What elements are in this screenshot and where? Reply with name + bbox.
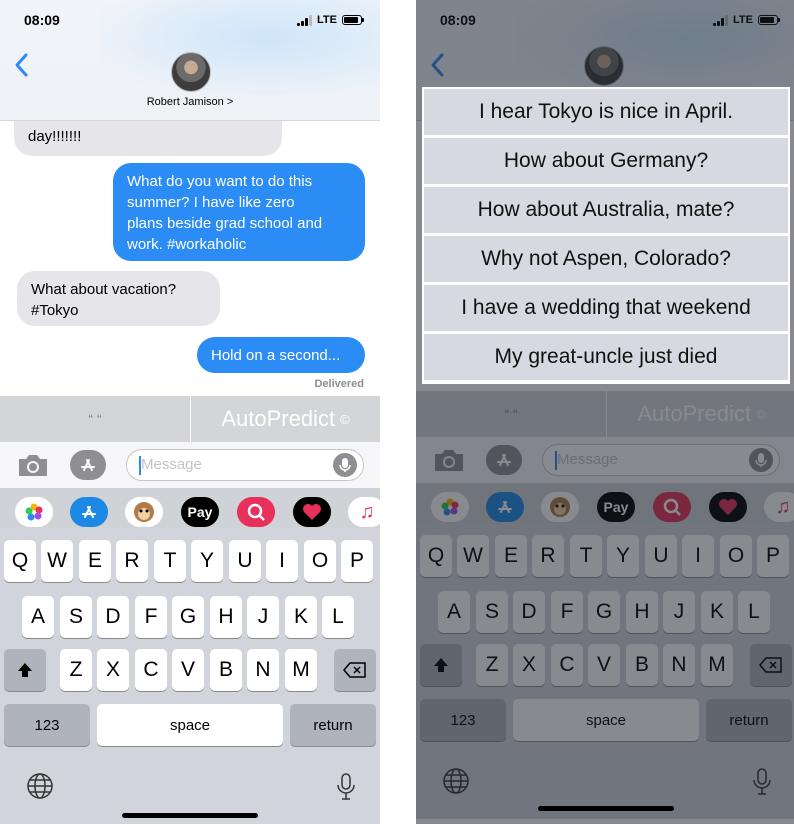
key[interactable]: Y xyxy=(191,540,223,582)
search-images-icon[interactable] xyxy=(237,497,275,527)
key[interactable]: S xyxy=(60,596,92,638)
message-line: #Tokyo xyxy=(31,302,79,319)
home-indicator[interactable] xyxy=(538,806,674,811)
message-line: What do you want to do this xyxy=(127,173,313,190)
key[interactable]: L xyxy=(322,596,354,638)
key[interactable]: O xyxy=(304,540,336,582)
autopredict-button[interactable]: AutoPredict© xyxy=(191,396,380,442)
app-store-icon[interactable] xyxy=(70,450,106,480)
key[interactable]: K xyxy=(285,596,317,638)
suggestion-option[interactable]: How about Australia, mate? xyxy=(424,187,788,233)
home-indicator[interactable] xyxy=(122,813,258,818)
key[interactable]: A xyxy=(22,596,54,638)
network-label: LTE xyxy=(317,14,337,26)
app-store-icon[interactable] xyxy=(70,497,108,527)
message-text: Hold on a second... xyxy=(211,347,341,364)
message-incoming[interactable]: What about vacation? #Tokyo xyxy=(17,271,220,326)
apple-pay-icon[interactable]: Pay xyxy=(181,497,219,527)
back-chevron-icon[interactable] xyxy=(12,50,32,80)
message-placeholder: Message xyxy=(141,456,202,473)
message-line: work. #workaholic xyxy=(127,236,247,253)
quote-suggestion[interactable]: “ “ xyxy=(0,396,191,442)
message-input[interactable]: Message xyxy=(126,449,364,481)
key[interactable]: B xyxy=(210,649,242,691)
key[interactable]: N xyxy=(247,649,279,691)
copyright-mark: © xyxy=(340,411,350,427)
key[interactable]: H xyxy=(210,596,242,638)
message-outgoing[interactable]: Hold on a second... xyxy=(197,337,365,373)
autopredict-label: AutoPredict xyxy=(221,406,336,431)
suggestion-option[interactable]: Why not Aspen, Colorado? xyxy=(424,236,788,282)
dictation-mic-icon[interactable] xyxy=(336,772,356,802)
suggestion-option[interactable]: I have a wedding that weekend xyxy=(424,285,788,331)
key[interactable]: X xyxy=(97,649,129,691)
message-outgoing[interactable]: What do you want to do this summer? I ha… xyxy=(113,163,365,261)
space-key[interactable]: space xyxy=(97,704,283,746)
suggestion-panel: I hear Tokyo is nice in April. How about… xyxy=(422,87,790,384)
globe-icon[interactable] xyxy=(26,772,54,800)
key[interactable]: I xyxy=(266,540,298,582)
dictation-icon[interactable] xyxy=(333,453,357,477)
key[interactable]: U xyxy=(229,540,261,582)
key[interactable]: F xyxy=(135,596,167,638)
app-store-glyph-icon xyxy=(81,459,95,471)
predict-bar: “ “ AutoPredict© xyxy=(0,396,380,442)
battery-icon xyxy=(342,15,364,25)
status-time: 08:09 xyxy=(24,12,60,28)
suggestion-option[interactable]: I hear Tokyo is nice in April. xyxy=(424,89,788,135)
backspace-key[interactable] xyxy=(334,649,376,691)
suggestion-option[interactable]: My great-uncle just died xyxy=(424,334,788,380)
message-text: day!!!!!!! xyxy=(28,128,82,145)
key[interactable]: R xyxy=(116,540,148,582)
key[interactable]: J xyxy=(247,596,279,638)
keyboard: Q W E R T Y U I O P A S D F G H J K L Z … xyxy=(0,528,380,824)
music-icon[interactable]: ♫ xyxy=(348,497,380,527)
backspace-icon xyxy=(343,662,366,678)
phone-screen-left: 08:09 LTE Robert Jamison > day!!!!!!! Wh… xyxy=(0,0,380,824)
photos-icon[interactable] xyxy=(15,497,53,527)
key[interactable]: T xyxy=(154,540,186,582)
shift-icon xyxy=(18,663,32,677)
return-key[interactable]: return xyxy=(290,704,376,746)
signal-icon xyxy=(297,14,313,26)
key[interactable]: D xyxy=(97,596,129,638)
message-line: summer? I have like zero xyxy=(127,194,295,211)
phone-screen-right: 08:09 LTE “ “ AutoPredict© Message xyxy=(416,0,794,824)
shift-key[interactable] xyxy=(4,649,46,691)
key[interactable]: V xyxy=(172,649,204,691)
camera-icon[interactable] xyxy=(16,452,50,478)
key[interactable]: Z xyxy=(60,649,92,691)
message-line: What about vacation? xyxy=(31,281,177,298)
status-indicators: LTE xyxy=(297,14,364,26)
message-line: plans beside grad school and xyxy=(127,215,323,232)
numbers-key[interactable]: 123 xyxy=(4,704,90,746)
suggestion-option[interactable]: How about Germany? xyxy=(424,138,788,184)
animoji-icon[interactable] xyxy=(125,497,163,527)
delivered-label: Delivered xyxy=(314,378,364,390)
key[interactable]: W xyxy=(41,540,73,582)
contact-name[interactable]: Robert Jamison > xyxy=(0,96,380,108)
key[interactable]: G xyxy=(172,596,204,638)
key[interactable]: M xyxy=(285,649,317,691)
contact-avatar[interactable] xyxy=(171,52,211,92)
music-glyph: ♫ xyxy=(359,500,375,523)
digital-touch-icon[interactable] xyxy=(293,497,331,527)
key[interactable]: E xyxy=(79,540,111,582)
apple-pay-label: Pay xyxy=(187,504,213,520)
key[interactable]: C xyxy=(135,649,167,691)
key[interactable]: P xyxy=(341,540,373,582)
conversation-header: 08:09 LTE Robert Jamison > xyxy=(0,0,380,121)
key[interactable]: Q xyxy=(4,540,36,582)
